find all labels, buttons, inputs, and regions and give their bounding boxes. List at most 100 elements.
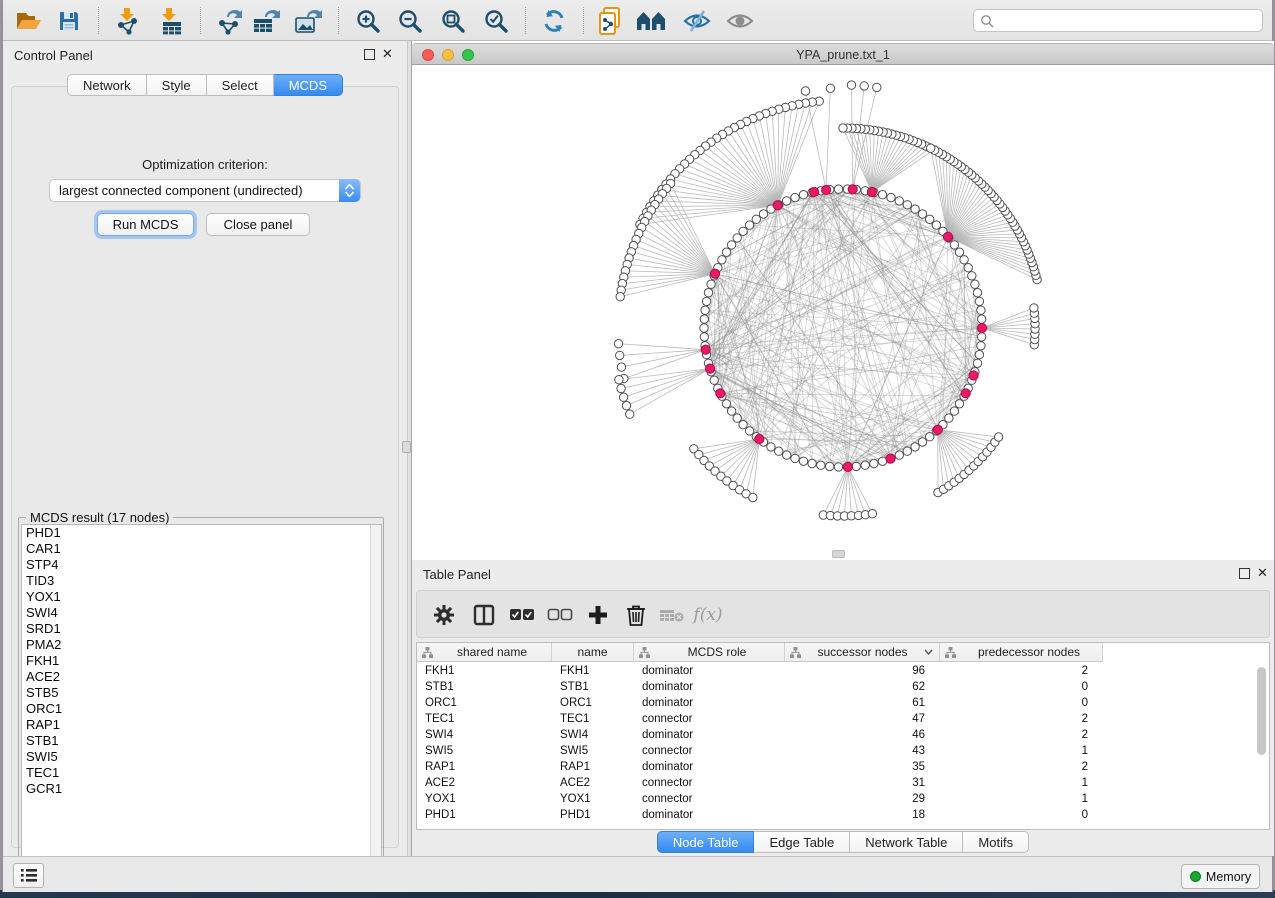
new-network-from-selection-button[interactable] (594, 5, 626, 37)
mcds-result-item[interactable]: YOX1 (22, 589, 381, 605)
select-all-button[interactable] (507, 600, 537, 630)
close-panel-button[interactable]: Close panel (206, 213, 310, 236)
float-panel-icon[interactable] (1239, 568, 1250, 579)
horizontal-splitter-grip[interactable] (832, 550, 845, 558)
zoom-fit-button[interactable] (437, 5, 469, 37)
mcds-result-item[interactable]: SWI4 (22, 605, 381, 621)
column-settings-button[interactable] (429, 600, 459, 630)
table-row[interactable]: SWI4SWI4dominator462 (417, 727, 1103, 743)
mcds-result-item[interactable]: ORC1 (22, 701, 381, 717)
close-panel-icon[interactable]: ✕ (1257, 565, 1268, 580)
zoom-out-button[interactable] (394, 5, 426, 37)
table-row[interactable]: TEC1TEC1connector472 (417, 711, 1103, 727)
mcds-result-item[interactable]: CAR1 (22, 541, 381, 557)
open-folder-icon (15, 8, 43, 34)
open-session-button[interactable] (13, 5, 45, 37)
apply-layout-button[interactable] (538, 5, 570, 37)
task-history-button[interactable] (13, 863, 44, 888)
tab-select[interactable]: Select (207, 74, 274, 96)
mcds-result-item[interactable]: ACE2 (22, 669, 381, 685)
table-row[interactable]: PHD1PHD1dominator180 (417, 807, 1103, 823)
column-label: MCDS role (650, 645, 784, 659)
export-table-button[interactable] (250, 5, 282, 37)
zoom-selected-button[interactable] (480, 5, 512, 37)
export-image-button[interactable] (292, 5, 324, 37)
tab-network[interactable]: Network (67, 74, 147, 96)
mcds-result-item[interactable]: SRD1 (22, 621, 381, 637)
memory-button[interactable]: Memory (1181, 864, 1260, 889)
import-table-button[interactable] (153, 5, 185, 37)
mcds-result-item[interactable]: TID3 (22, 573, 381, 589)
tab-motifs[interactable]: Motifs (963, 831, 1029, 853)
mcds-result-item[interactable]: SWI5 (22, 749, 381, 765)
column-header-shared-name[interactable]: shared name (417, 643, 552, 662)
deselect-all-button[interactable] (545, 600, 575, 630)
column-label: name (552, 645, 633, 659)
network-graph[interactable] (412, 66, 1274, 560)
delete-column-button[interactable] (657, 600, 687, 630)
zoom-in-button[interactable] (352, 5, 384, 37)
mcds-result-item[interactable]: STP4 (22, 557, 381, 573)
import-network-button[interactable] (111, 5, 143, 37)
search-input[interactable] (994, 14, 1262, 28)
run-mcds-button[interactable]: Run MCDS (97, 213, 194, 236)
scrollbar-thumb[interactable] (1257, 667, 1266, 755)
export-table-icon (251, 7, 281, 35)
tab-node-table[interactable]: Node Table (657, 831, 755, 853)
optimization-criterion-select[interactable]: largest connected component (undirected) (49, 179, 361, 202)
search-box[interactable] (973, 9, 1263, 32)
table-row[interactable]: SWI5SWI5connector431 (417, 743, 1103, 759)
column-header-successor-nodes[interactable]: successor nodes (785, 643, 940, 662)
split-view-button[interactable] (469, 600, 499, 630)
hide-selected-button[interactable] (681, 5, 713, 37)
column-header-name[interactable]: name (552, 643, 634, 662)
mcds-result-list[interactable]: PHD1CAR1STP4TID3YOX1SWI4SRD1PMA2FKH1ACE2… (21, 524, 382, 874)
column-header-MCDS-role[interactable]: MCDS role (634, 643, 785, 662)
tab-style[interactable]: Style (147, 74, 207, 96)
mcds-result-item[interactable]: PMA2 (22, 637, 381, 653)
delete-selected-button[interactable] (621, 600, 651, 630)
table-cell: 29 (785, 791, 940, 807)
tab-network-table[interactable]: Network Table (850, 831, 963, 853)
show-all-button[interactable] (724, 5, 756, 37)
mcds-result-item[interactable]: GCR1 (22, 781, 381, 797)
table-row[interactable]: ORC1ORC1dominator610 (417, 695, 1103, 711)
mcds-result-item[interactable]: TEC1 (22, 765, 381, 781)
table-cell: dominator (634, 807, 785, 823)
mcds-result-item[interactable]: STB1 (22, 733, 381, 749)
column-header-predecessor-nodes[interactable]: predecessor nodes (940, 643, 1103, 662)
table-row[interactable]: STB1STB1dominator620 (417, 679, 1103, 695)
network-titlebar[interactable]: YPA_prune.txt_1 (412, 43, 1274, 65)
network-view-window: YPA_prune.txt_1 (412, 41, 1274, 560)
add-column-button[interactable] (583, 600, 613, 630)
close-panel-icon[interactable]: ✕ (382, 46, 393, 61)
float-panel-icon[interactable] (364, 49, 375, 60)
control-panel-tabs: NetworkStyleSelectMCDS (3, 74, 407, 96)
save-session-button[interactable] (53, 5, 85, 37)
mcds-result-item[interactable]: RAP1 (22, 717, 381, 733)
tab-mcds[interactable]: MCDS (274, 74, 343, 96)
import-network-icon (113, 7, 141, 35)
table-row[interactable]: ACE2ACE2connector311 (417, 775, 1103, 791)
table-row[interactable]: FKH1FKH1dominator962 (417, 663, 1103, 679)
table-row[interactable]: YOX1YOX1connector291 (417, 791, 1103, 807)
toolbar-separator (338, 7, 339, 34)
mcds-list-scrollbar[interactable] (370, 525, 381, 873)
table-cell: 96 (785, 663, 940, 679)
export-network-button[interactable] (213, 5, 245, 37)
table-scrollbar[interactable] (1256, 665, 1267, 825)
control-panel-titlebar: Control Panel ✕ (3, 41, 407, 67)
mcds-tab-content: Optimization criterion: largest connecte… (11, 86, 399, 848)
plus-icon (588, 605, 608, 625)
tab-edge-table[interactable]: Edge Table (754, 831, 850, 853)
mcds-result-item[interactable]: FKH1 (22, 653, 381, 669)
node-table[interactable]: shared namename MCDS rolesuccessor nodesp… (416, 642, 1270, 830)
first-neighbors-button[interactable] (635, 5, 667, 37)
mcds-result-item[interactable]: PHD1 (22, 525, 381, 541)
table-panel: Table Panel ✕ (412, 560, 1274, 856)
splitter-grip[interactable] (402, 441, 411, 453)
table-cell: YOX1 (552, 791, 634, 807)
function-builder-button[interactable]: f(x) (693, 600, 723, 630)
table-row[interactable]: RAP1RAP1dominator352 (417, 759, 1103, 775)
mcds-result-item[interactable]: STB5 (22, 685, 381, 701)
